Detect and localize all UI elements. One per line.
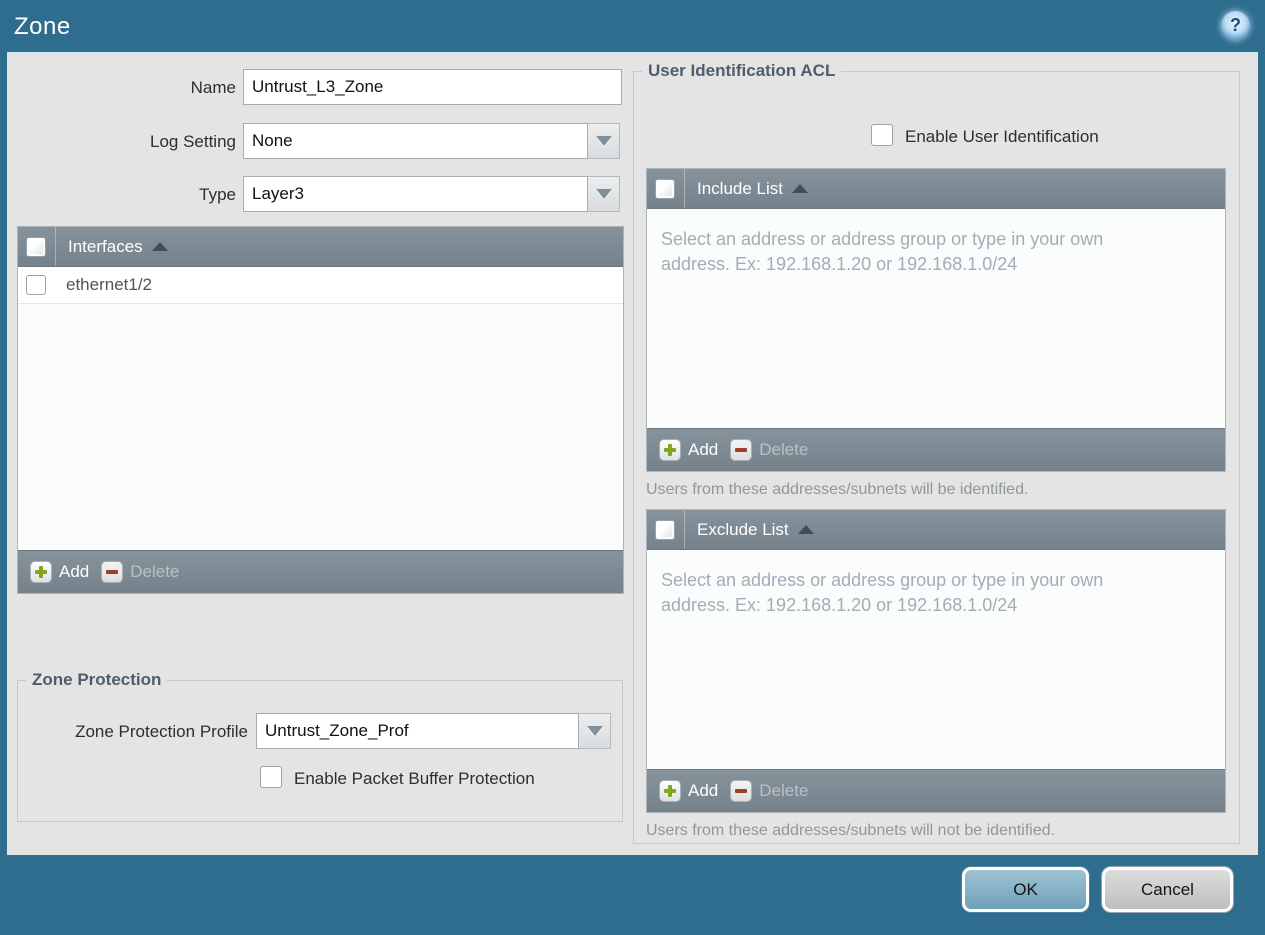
exclude-list-table: Exclude List Select an address or addres… <box>646 509 1226 813</box>
exclude-list-placeholder: Select an address or address group or ty… <box>661 570 1104 615</box>
include-list-footer: Add Delete <box>647 428 1225 471</box>
add-include-button[interactable]: Add <box>659 439 718 461</box>
chevron-down-icon <box>586 726 603 736</box>
type-input[interactable] <box>243 176 588 212</box>
include-list-helper-text: Users from these addresses/subnets will … <box>646 481 1029 498</box>
sort-ascending-icon[interactable] <box>792 184 808 193</box>
plus-icon <box>659 439 681 461</box>
plus-icon <box>659 780 681 802</box>
chevron-down-icon <box>595 189 612 199</box>
cancel-button[interactable]: Cancel <box>1102 867 1233 912</box>
interfaces-table: Interfaces ethernet1/2 Add Delete <box>17 226 624 594</box>
interface-name: ethernet1/2 <box>66 275 153 294</box>
zone-protection-profile-input[interactable] <box>256 713 579 749</box>
exclude-list-footer: Add Delete <box>647 769 1225 812</box>
add-exclude-button[interactable]: Add <box>659 780 718 802</box>
minus-icon <box>101 561 124 583</box>
exclude-list-column-header[interactable]: Exclude List <box>697 520 789 540</box>
row-checkbox[interactable] <box>26 275 46 295</box>
zone-protection-profile-label: Zone Protection Profile <box>75 722 248 741</box>
interfaces-select-all-checkbox[interactable] <box>26 236 46 257</box>
header-separator <box>55 227 56 266</box>
exclude-list-helper-text: Users from these addresses/subnets will … <box>646 822 1056 839</box>
enable-user-identification-checkbox[interactable] <box>871 124 893 146</box>
include-list-table: Include List Select an address or addres… <box>646 168 1226 472</box>
ok-button[interactable]: OK <box>962 867 1089 912</box>
name-input[interactable] <box>243 69 622 105</box>
plus-icon <box>30 561 52 583</box>
user-identification-acl-legend: User Identification ACL <box>648 61 836 80</box>
minus-icon <box>730 780 753 802</box>
zone-protection-legend: Zone Protection <box>32 670 162 689</box>
name-label: Name <box>190 78 236 97</box>
interfaces-table-header: Interfaces <box>18 227 623 267</box>
include-select-all-checkbox[interactable] <box>655 178 675 199</box>
zone-dialog-body: Name Log Setting Type Interfaces etherne… <box>7 52 1258 855</box>
include-list-placeholder: Select an address or address group or ty… <box>661 229 1104 274</box>
add-interface-button[interactable]: Add <box>30 561 89 583</box>
log-setting-input[interactable] <box>243 123 588 159</box>
minus-icon <box>730 439 753 461</box>
enable-user-identification-label: Enable User Identification <box>905 127 1099 146</box>
packet-buffer-protection-label: Enable Packet Buffer Protection <box>294 769 535 788</box>
delete-interface-button[interactable]: Delete <box>101 561 179 583</box>
packet-buffer-protection-checkbox[interactable] <box>260 766 282 788</box>
exclude-list-body[interactable]: Select an address or address group or ty… <box>647 550 1225 769</box>
include-list-header: Include List <box>647 169 1225 209</box>
header-separator <box>684 169 685 208</box>
include-list-body[interactable]: Select an address or address group or ty… <box>647 209 1225 428</box>
user-identification-acl-fieldset: User Identification ACL Enable User Iden… <box>633 61 1240 844</box>
zone-protection-profile-dropdown-button[interactable] <box>579 713 611 749</box>
log-setting-dropdown-button[interactable] <box>588 123 620 159</box>
sort-ascending-icon[interactable] <box>151 242 168 251</box>
include-list-column-header[interactable]: Include List <box>697 179 783 199</box>
type-dropdown-button[interactable] <box>588 176 620 212</box>
type-label: Type <box>199 185 236 204</box>
delete-exclude-button[interactable]: Delete <box>730 780 808 802</box>
dialog-title: Zone <box>14 13 71 40</box>
help-icon-glyph: ? <box>1230 15 1241 35</box>
header-separator <box>684 510 685 549</box>
exclude-select-all-checkbox[interactable] <box>655 519 675 540</box>
help-icon[interactable]: ? <box>1221 11 1250 40</box>
exclude-list-header: Exclude List <box>647 510 1225 550</box>
table-row[interactable]: ethernet1/2 <box>18 267 623 304</box>
delete-include-button[interactable]: Delete <box>730 439 808 461</box>
sort-ascending-icon[interactable] <box>797 525 814 534</box>
chevron-down-icon <box>595 136 612 146</box>
log-setting-label: Log Setting <box>149 132 236 151</box>
interfaces-column-header[interactable]: Interfaces <box>68 237 143 257</box>
interfaces-table-footer: Add Delete <box>18 550 623 593</box>
zone-protection-fieldset: Zone Protection Zone Protection Profile … <box>17 670 623 822</box>
